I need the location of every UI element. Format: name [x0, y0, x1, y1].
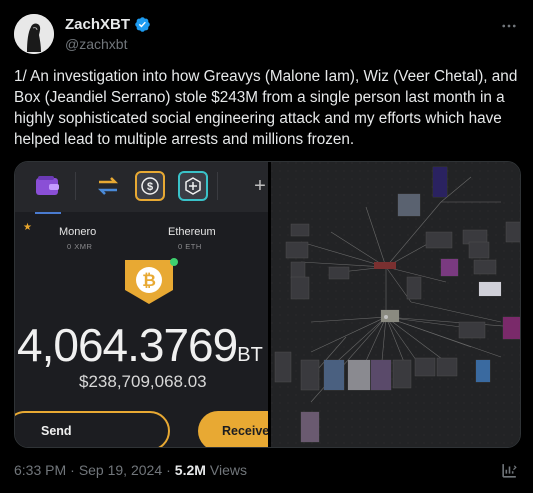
receive-button[interactable]: Receive [198, 411, 268, 447]
tweet-date[interactable]: Sep 19, 2024 [79, 462, 162, 478]
more-options-icon[interactable] [499, 16, 519, 36]
name-row: ZachXBT [65, 16, 151, 33]
active-tab-indicator [35, 212, 61, 214]
display-name[interactable]: ZachXBT [65, 16, 130, 33]
star-icon: ★ [23, 222, 32, 233]
dollar-coin-icon: $ [135, 171, 165, 201]
coin-amount: 0 ETH [178, 242, 202, 251]
coin-name: Ethereum [168, 226, 216, 238]
avatar[interactable] [14, 14, 54, 54]
tweet-header: ZachXBT @zachxbt [14, 14, 519, 56]
send-button[interactable]: Send [15, 411, 170, 447]
usd-balance: $238,709,068.03 [79, 372, 207, 391]
meta-dot: · [166, 462, 171, 478]
tab-separator [217, 172, 218, 200]
plus-icon: + [254, 174, 266, 197]
balance-unit: BT [237, 344, 263, 366]
graph-canvas [271, 162, 520, 447]
crypto-balance: 4,064.3769BT [17, 318, 263, 372]
tweet-meta: 6:33 PM · Sep 19, 2024 · 5.2M Views [14, 462, 247, 478]
wallet-icon [33, 171, 63, 201]
wallet-screenshot[interactable]: $ + ★ Monero 0 XMR Ethereum 0 ETH ₿ 4,06… [15, 162, 268, 447]
tweet-time[interactable]: 6:33 PM [14, 462, 66, 478]
wallet-tab-bar: $ + [15, 162, 268, 212]
verified-badge-icon [135, 17, 150, 32]
post-analytics-icon[interactable] [500, 461, 519, 480]
balance-value: 4,064.3769 [17, 319, 238, 371]
crypto-box-icon [178, 171, 208, 201]
coin-name: Monero [59, 226, 97, 238]
tab-separator [75, 172, 76, 200]
svg-text:$: $ [147, 181, 153, 193]
views-count: 5.2M [174, 462, 206, 478]
swap-arrows-icon [93, 171, 123, 201]
tweet-media[interactable]: $ + ★ Monero 0 XMR Ethereum 0 ETH ₿ 4,06… [14, 161, 521, 448]
coin-amount: 0 XMR [67, 242, 93, 251]
tweet-text: 1/ An investigation into how Greavys (Ma… [14, 68, 518, 148]
bitcoin-icon: ₿ [123, 258, 178, 306]
svg-text:₿: ₿ [142, 271, 156, 290]
meta-dot: · [70, 462, 75, 478]
views-label: Views [209, 462, 247, 478]
handle[interactable]: @zachxbt [65, 36, 127, 52]
investigation-graph-image[interactable] [271, 162, 520, 447]
